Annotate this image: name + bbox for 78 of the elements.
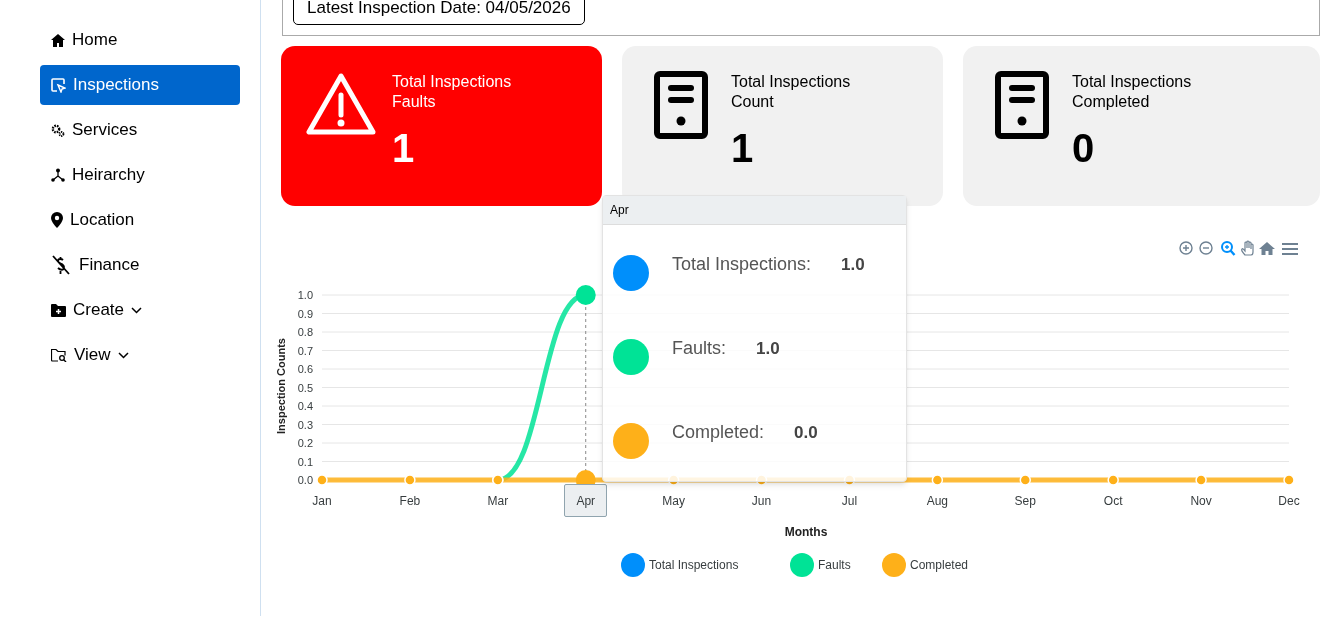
y-tick-label: 0.0 bbox=[297, 474, 313, 486]
y-axis-title: Inspection Counts bbox=[275, 338, 287, 434]
card-value: 1 bbox=[392, 128, 416, 168]
x-tick-label: Sep bbox=[1014, 494, 1036, 508]
y-tick-label: 0.8 bbox=[297, 326, 313, 338]
tooltip-label: Total Inspections: bbox=[672, 253, 812, 276]
sidebar-item[interactable]: View bbox=[40, 335, 240, 375]
y-tick-label: 0.2 bbox=[297, 437, 313, 449]
x-tick-label: Aug bbox=[926, 494, 949, 508]
y-tick-label: 0.4 bbox=[297, 400, 313, 412]
sidebar-item[interactable]: Services bbox=[40, 110, 240, 150]
card-title: Total Inspections Count bbox=[731, 72, 852, 112]
latest-inspection-date: Latest Inspection Date: 04/05/2026 bbox=[293, 0, 585, 25]
sidebar-item[interactable]: Finance bbox=[40, 245, 240, 285]
tooltip-value: 1.0 bbox=[841, 254, 865, 276]
home-icon[interactable] bbox=[1259, 242, 1275, 255]
y-tick-label: 1.0 bbox=[297, 289, 313, 301]
tooltip-value: 0.0 bbox=[794, 422, 818, 444]
legend-item[interactable]: Total Inspections bbox=[621, 553, 739, 577]
sidebar-item[interactable]: Heirarchy bbox=[40, 155, 240, 195]
x-tick-label: Jun bbox=[751, 494, 772, 508]
data-point bbox=[575, 285, 596, 305]
sidebar-item[interactable]: Home bbox=[40, 20, 240, 60]
legend-label: Completed bbox=[910, 558, 969, 572]
x-tick-label: Jul bbox=[841, 494, 858, 508]
y-tick-label: 0.7 bbox=[297, 344, 313, 357]
map-pin-icon bbox=[51, 212, 63, 228]
no-dollar-icon bbox=[51, 255, 70, 275]
tooltip-label: Faults: bbox=[672, 337, 727, 360]
y-tick-label: 0.9 bbox=[297, 307, 313, 320]
zoom-out-icon[interactable] bbox=[1199, 241, 1213, 255]
server-icon bbox=[995, 71, 1049, 139]
x-tick-label: Oct bbox=[1103, 494, 1123, 508]
card-title: Total Inspections Faults bbox=[392, 72, 513, 112]
gears-icon bbox=[51, 123, 65, 137]
data-point bbox=[404, 474, 416, 486]
card-value: 1 bbox=[731, 128, 755, 168]
sidebar-item[interactable]: Inspections bbox=[40, 65, 240, 105]
legend-label: Faults bbox=[818, 558, 851, 572]
legend-item[interactable]: Faults bbox=[790, 553, 851, 577]
menu-icon[interactable] bbox=[1281, 243, 1299, 255]
y-tick-label: 0.3 bbox=[297, 418, 313, 431]
folder-search-icon bbox=[51, 348, 67, 362]
cursor-square-icon bbox=[51, 77, 66, 93]
tooltip-value: 1.0 bbox=[756, 338, 780, 360]
search-icon[interactable] bbox=[1221, 241, 1236, 256]
data-point bbox=[1107, 474, 1119, 486]
legend-label: Total Inspections bbox=[649, 558, 739, 572]
y-tick-label: 0.1 bbox=[297, 455, 313, 468]
data-point bbox=[1195, 474, 1207, 486]
x-tick-label: Dec bbox=[1278, 494, 1300, 508]
x-tick-label: Mar bbox=[487, 494, 509, 508]
y-tick-label: 0.6 bbox=[297, 363, 313, 375]
data-point bbox=[931, 474, 944, 486]
data-point bbox=[316, 474, 328, 486]
legend-item[interactable]: Completed bbox=[882, 553, 969, 577]
home-icon bbox=[51, 33, 65, 47]
x-tick-label: May bbox=[662, 494, 685, 508]
zoom-in-icon[interactable] bbox=[1179, 241, 1193, 255]
sidebar-item[interactable]: Location bbox=[40, 200, 240, 240]
warning-icon bbox=[306, 73, 376, 137]
x-tick-label: Feb bbox=[399, 494, 421, 508]
tooltip-title: Apr bbox=[603, 196, 906, 225]
card-title: Total Inspections Completed bbox=[1072, 72, 1193, 112]
data-point bbox=[1019, 474, 1031, 486]
hierarchy-icon bbox=[51, 168, 65, 182]
crosshair-label: Apr bbox=[564, 484, 608, 517]
folder-plus-icon bbox=[51, 303, 66, 317]
x-tick-label: Jan bbox=[312, 494, 332, 508]
x-tick-label: Nov bbox=[1190, 494, 1212, 508]
tooltip-label: Completed: bbox=[672, 421, 765, 444]
card-value: 0 bbox=[1072, 128, 1096, 168]
server-icon bbox=[654, 71, 708, 139]
hand-icon[interactable] bbox=[1241, 240, 1254, 256]
sidebar-item[interactable]: Create bbox=[40, 290, 240, 330]
x-axis-title: Months bbox=[784, 525, 828, 539]
data-point bbox=[1283, 474, 1295, 486]
y-tick-label: 0.5 bbox=[297, 381, 313, 394]
